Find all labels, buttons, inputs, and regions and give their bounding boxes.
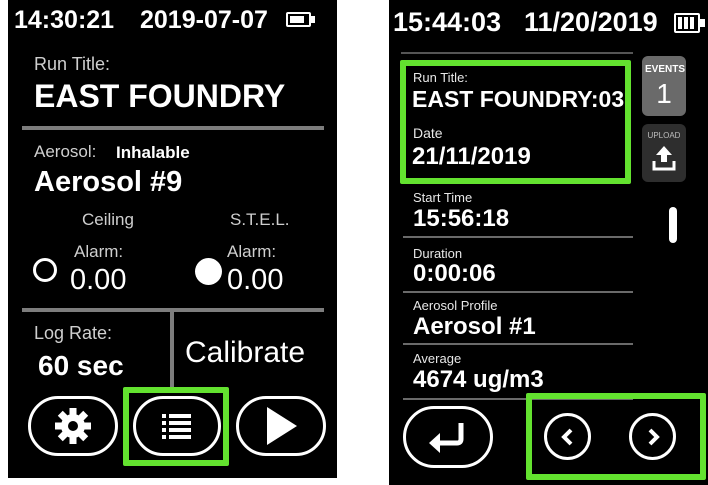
status-date: 2019-07-07 — [140, 6, 268, 34]
divider — [170, 312, 174, 388]
log-rate-label: Log Rate: — [34, 323, 113, 343]
ceiling-alarm-indicator-icon — [33, 258, 57, 282]
events-count: 1 — [656, 78, 672, 109]
calibrate-label: Calibrate — [185, 336, 306, 369]
ceiling-label: Ceiling — [82, 210, 134, 229]
status-time: 14:30:21 — [14, 6, 115, 34]
scrollbar-thumb[interactable] — [669, 207, 677, 243]
events-label: EVENTS — [645, 64, 686, 75]
stel-alarm-value: 0.00 — [227, 264, 284, 296]
date-value: 21/11/2019 — [412, 143, 531, 170]
left-device-screen: 14:30:21 2019-07-07 Run Title: EAST FOUN… — [8, 0, 337, 478]
upload-button[interactable]: UPLOAD — [642, 124, 686, 182]
battery-icon — [286, 12, 316, 29]
play-button[interactable] — [236, 396, 326, 456]
duration-label: Duration — [413, 246, 463, 261]
gear-icon — [55, 408, 91, 444]
divider — [22, 126, 324, 130]
divider — [403, 236, 633, 238]
battery-icon — [674, 13, 707, 33]
stel-alarm-indicator-icon — [195, 258, 222, 285]
date-label: Date — [413, 125, 443, 141]
ceiling-alarm-value: 0.00 — [70, 264, 127, 296]
run-title-label: Run Title: — [34, 54, 111, 74]
ceiling-alarm-label: Alarm: — [74, 242, 124, 261]
right-device-screen: 15:44:03 11/20/2019 Run Title: EAST FOUN… — [389, 0, 708, 485]
list-icon — [162, 414, 191, 439]
calibrate-button[interactable]: Calibrate — [176, 320, 326, 380]
aerosol-profile-value: Aerosol #1 — [413, 313, 536, 340]
duration-value: 0:00:06 — [413, 260, 496, 287]
status-time: 15:44:03 — [393, 7, 502, 37]
start-time-label: Start Time — [413, 190, 473, 205]
average-value: 4674 ug/m3 — [413, 366, 544, 393]
upload-icon — [652, 146, 676, 171]
chevron-right-icon — [648, 428, 660, 445]
back-button[interactable] — [403, 406, 493, 468]
aerosol-type: Inhalable — [116, 143, 190, 162]
settings-button[interactable] — [28, 396, 118, 456]
play-icon — [267, 407, 297, 445]
divider — [401, 52, 633, 54]
prev-button[interactable] — [544, 413, 591, 460]
return-icon — [429, 423, 464, 453]
aerosol-value: Aerosol #9 — [34, 166, 183, 198]
log-rate-panel[interactable]: Log Rate: 60 sec — [22, 314, 168, 386]
run-title-value: EAST FOUNDRY — [34, 78, 286, 114]
log-rate-value: 60 sec — [38, 350, 124, 381]
list-button[interactable] — [133, 396, 221, 456]
aerosol-label: Aerosol: — [34, 142, 97, 161]
aerosol-profile-label: Aerosol Profile — [413, 298, 498, 313]
start-time-value: 15:56:18 — [413, 205, 510, 232]
events-button[interactable]: EVENTS 1 — [642, 56, 686, 116]
divider — [403, 291, 633, 293]
run-title-value: EAST FOUNDRY:03 — [412, 86, 625, 112]
upload-label: UPLOAD — [647, 131, 681, 140]
stel-label: S.T.E.L. — [230, 210, 290, 229]
average-label: Average — [413, 351, 462, 366]
status-date: 11/20/2019 — [524, 7, 658, 37]
chevron-left-icon — [560, 428, 572, 445]
run-title-label: Run Title: — [413, 70, 468, 85]
divider — [403, 343, 633, 345]
next-button[interactable] — [629, 413, 676, 460]
stel-alarm-label: Alarm: — [227, 242, 277, 261]
